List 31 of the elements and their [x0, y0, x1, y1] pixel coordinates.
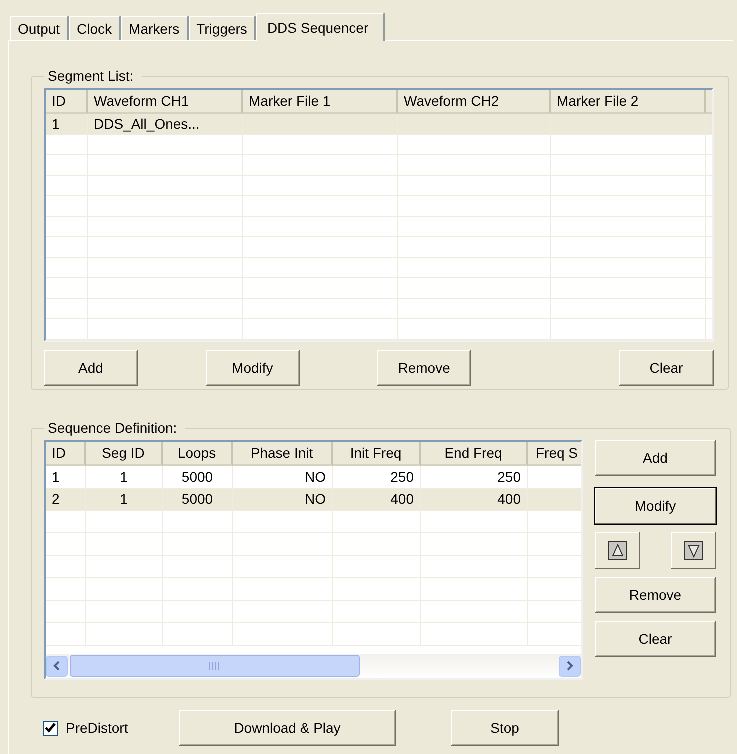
move-down-button[interactable] [671, 532, 716, 569]
tab[interactable]: Output [10, 16, 70, 40]
move-up-button[interactable] [595, 532, 640, 569]
scroll-left-icon[interactable] [46, 656, 68, 676]
scroll-right-icon[interactable] [559, 656, 581, 676]
horizontal-scrollbar[interactable] [46, 654, 581, 678]
predistort-checkbox[interactable]: PreDistort [43, 720, 179, 736]
check-icon [45, 722, 56, 734]
group-title: Sequence Definition: [47, 420, 178, 436]
tab[interactable]: DDS Sequencer [256, 13, 385, 41]
button[interactable]: Remove [377, 350, 472, 386]
scroll-thumb[interactable] [70, 655, 360, 677]
list-view[interactable]: ID Waveform CH1 Marker File 1 Waveform CH2 Marker File 2 1 DDS_All_Ones... [44, 88, 714, 342]
button[interactable]: Download & Play [179, 710, 396, 746]
group-title: Segment List: [47, 68, 135, 84]
list-view[interactable]: ID Seg ID Loops Phase Init Init Freq End Freq Freq S 1 1 5000 NO 250 250 2 1 5000 NO 400 400 [44, 440, 583, 680]
button[interactable]: Clear [618, 350, 714, 386]
list-row[interactable]: 2 1 5000 NO 400 400 [46, 488, 581, 511]
tab[interactable]: Triggers [188, 16, 256, 40]
button[interactable]: Remove [595, 577, 716, 613]
list-row[interactable]: 1 DDS_All_Ones... [46, 114, 712, 134]
button[interactable]: Add [44, 350, 138, 386]
list-row[interactable]: 1 1 5000 NO 250 250 [46, 466, 581, 488]
tab[interactable]: Clock [69, 16, 122, 40]
button[interactable]: Clear [595, 621, 716, 657]
button[interactable]: Stop [451, 710, 559, 746]
tab[interactable]: Markers [121, 16, 189, 40]
button[interactable]: Add [595, 440, 716, 476]
button[interactable]: Modify [595, 488, 716, 524]
button[interactable]: Modify [206, 350, 300, 386]
grip-icon [209, 662, 221, 670]
